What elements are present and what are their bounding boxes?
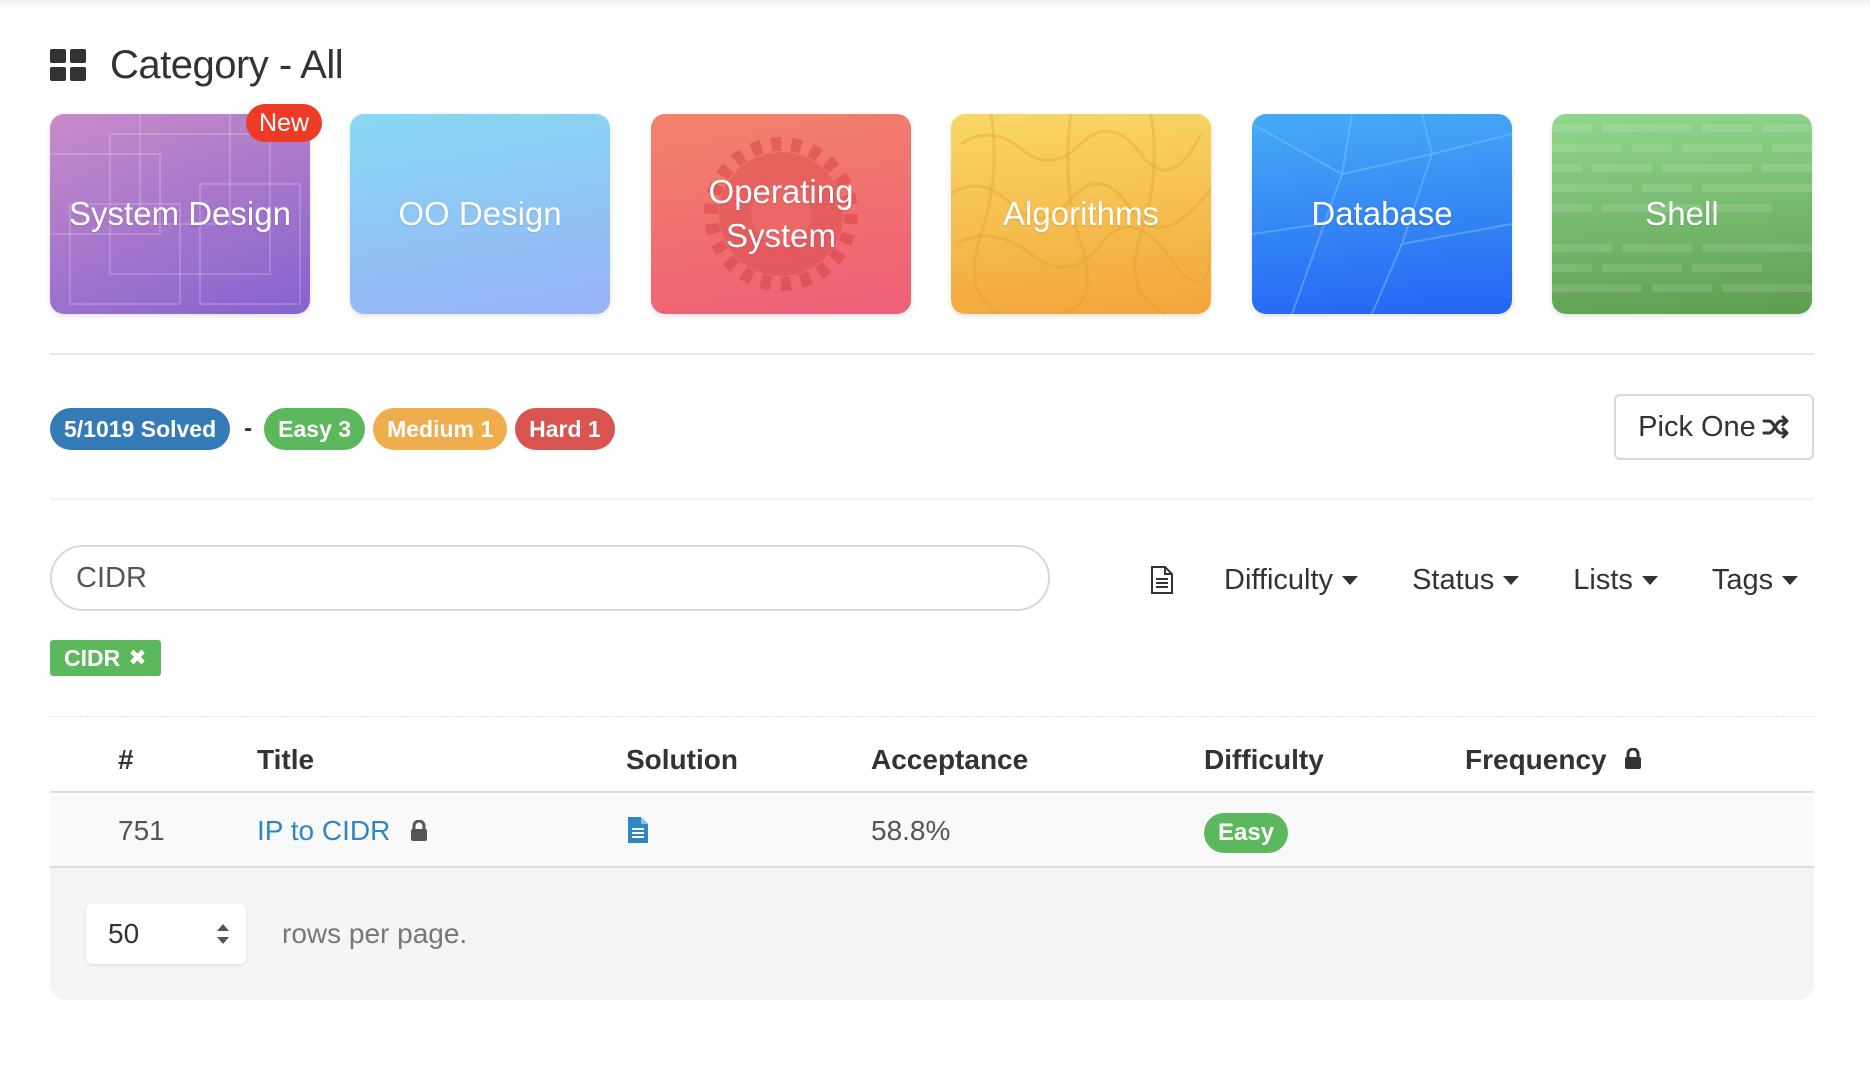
problem-number: 751 [118,815,165,846]
difficulty-dropdown[interactable]: Difficulty [1224,563,1359,597]
new-badge: New [246,104,323,142]
caret-down-icon [1342,575,1359,585]
column-header-solution[interactable]: Solution [626,730,738,790]
difficulty-dropdown-label: Difficulty [1224,563,1334,596]
solved-count-badge: 5/1019 Solved [50,408,231,450]
pick-one-label: Pick One [1638,410,1756,443]
difficulty-cell: Easy [1204,796,1289,866]
top-bar-shadow [0,0,1870,10]
card-label: System Design [69,195,291,232]
card-system-design[interactable]: System Design [50,114,310,314]
lists-dropdown[interactable]: Lists [1573,564,1658,597]
divider [50,353,1814,355]
caret-down-icon [1503,575,1520,585]
pick-one-button[interactable]: Pick One [1614,394,1814,460]
category-header: Category - All [50,40,344,90]
rows-per-page-select[interactable]: 50 [86,904,246,964]
solution-cell [626,796,650,866]
select-arrows-icon [217,924,229,944]
card-oo-design[interactable]: OO Design [350,114,610,314]
medium-count-badge: Medium 1 [373,408,508,450]
problem-title-link[interactable]: IP to CIDR [257,815,390,846]
acceptance-rate: 58.8% [871,815,951,846]
table-header-border [50,791,1814,793]
active-tag-filter[interactable]: CIDR ✖ [50,640,161,676]
card-label: Operating System [708,173,854,254]
card-database[interactable]: Database [1252,114,1512,314]
easy-count-badge: Easy 3 [264,408,366,450]
column-header-difficulty[interactable]: Difficulty [1204,730,1324,790]
column-header-acceptance[interactable]: Acceptance [871,730,1028,790]
caret-down-icon [1782,575,1799,585]
tags-dropdown-label: Tags [1711,563,1774,596]
column-header-number[interactable]: # [118,730,134,790]
progress-stats: 5/1019 Solved - Easy 3 Medium 1 Hard 1 [50,408,623,450]
table-footer: 50 rows per page. [50,868,1814,1000]
stats-separator: - [244,415,253,442]
category-cards: System Design OO Design Operating System [50,114,1814,314]
frequency-label: Frequency [1465,744,1607,775]
card-operating-system[interactable]: Operating System [651,114,911,314]
grid-icon [50,49,86,81]
card-label: OO Design [398,195,562,232]
divider [50,716,1814,717]
problem-title-cell: IP to CIDR [257,796,428,866]
status-dropdown-label: Status [1412,563,1495,596]
filter-toolbar: Difficulty Status Lists Tags [1150,560,1838,600]
difficulty-badge: Easy [1204,812,1289,853]
column-header-frequency[interactable]: Frequency [1465,730,1642,790]
card-label: Algorithms [1003,195,1159,232]
column-header-title[interactable]: Title [257,730,314,790]
lock-icon [1625,747,1642,769]
close-icon[interactable]: ✖ [128,645,146,671]
tags-dropdown[interactable]: Tags [1711,563,1799,597]
card-label: Shell [1645,195,1719,232]
table-header: # Title Solution Acceptance Difficulty F… [50,730,1814,790]
card-algorithms[interactable]: Algorithms [951,114,1211,314]
status-dropdown[interactable]: Status [1412,563,1520,597]
rows-per-page-label: rows per page. [282,918,468,949]
hard-count-badge: Hard 1 [515,408,615,450]
rows-per-page-value: 50 [108,918,140,949]
divider [50,498,1814,501]
shuffle-icon [1762,415,1789,439]
solution-document-icon[interactable] [626,816,650,844]
lists-dropdown-label: Lists [1573,563,1633,596]
card-shell[interactable]: Shell [1552,114,1812,314]
card-label: Database [1311,195,1453,232]
caret-down-icon [1641,575,1658,585]
document-icon[interactable] [1150,565,1174,595]
active-tag-label: CIDR [64,644,121,671]
lock-icon [411,819,428,841]
page-title: Category - All [110,42,344,87]
table-row[interactable]: 751 IP to CIDR 58.8% Easy [50,796,1814,866]
search-input[interactable] [50,545,1050,611]
